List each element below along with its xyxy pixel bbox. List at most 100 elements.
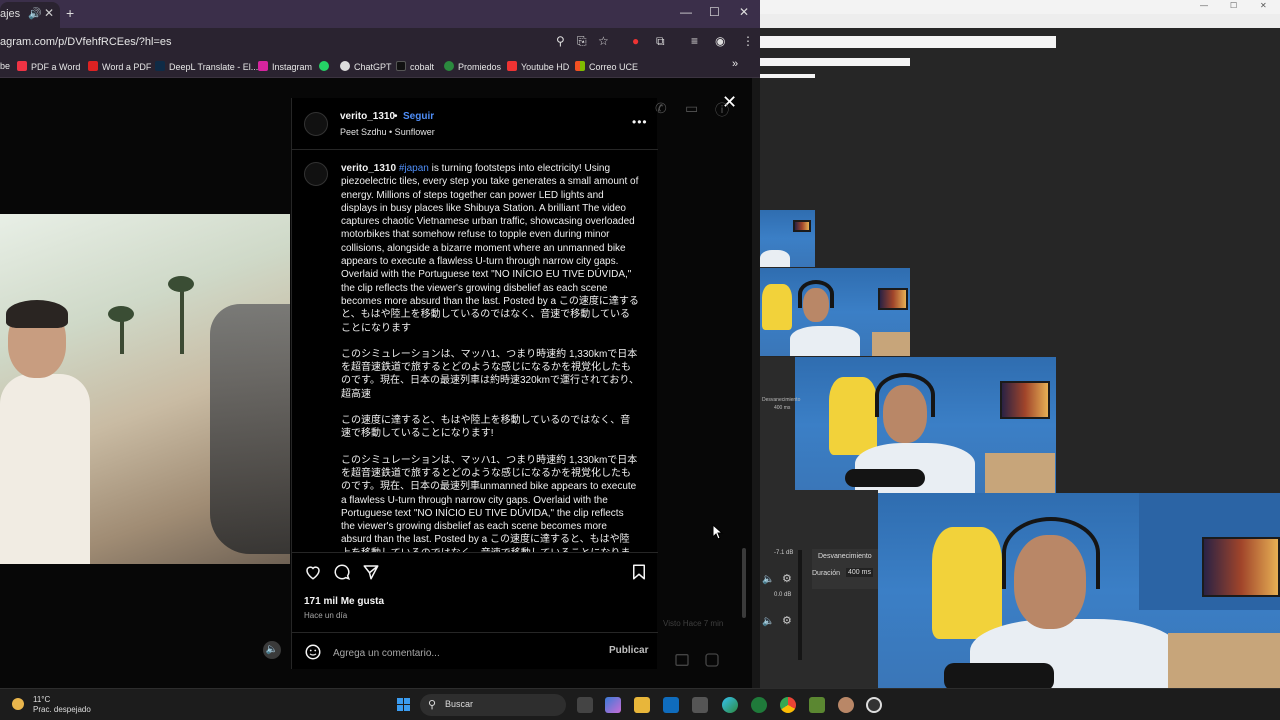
background-window-toolbar <box>760 14 1280 28</box>
bookmark-icon <box>155 61 165 71</box>
bookmark-item[interactable]: Correo UCE <box>575 61 638 72</box>
zoom-icon[interactable]: ⚲ <box>556 34 565 48</box>
bg-maximize-icon[interactable]: ☐ <box>1230 1 1237 10</box>
browser-window: ajes 🔊 ✕ + — ☐ ✕ agram.com/p/DVfehfRCEes… <box>0 0 760 688</box>
video-call-icon: ▭ <box>685 100 699 116</box>
more-options-icon[interactable]: ••• <box>632 115 648 129</box>
whatsapp-icon <box>319 61 329 71</box>
taskbar-search[interactable]: ⚲ Buscar <box>420 694 566 716</box>
page-scrollbar[interactable] <box>752 78 760 688</box>
microsoft-icon <box>575 61 585 71</box>
mixer-volume-icon[interactable]: 🔈 <box>762 616 774 627</box>
bg-minimize-icon[interactable]: — <box>1200 1 1208 10</box>
bg-close-icon[interactable]: ✕ <box>1260 1 1267 10</box>
weather-sun-icon <box>12 698 24 710</box>
db-readout: 0.0 dB <box>774 592 792 598</box>
mixer-gear-icon[interactable]: ⚙ <box>782 572 792 585</box>
tab-instagram[interactable]: ajes 🔊 ✕ <box>0 2 60 28</box>
bookmark-item[interactable]: be <box>0 61 10 71</box>
background-window-titlebar: — ☐ ✕ <box>760 0 1280 14</box>
caption-avatar[interactable] <box>304 162 328 186</box>
task-view-icon[interactable] <box>577 697 593 713</box>
outlook-icon[interactable] <box>663 697 679 713</box>
caption-paragraph: このシミュレーションは、マッハ1、つまり時速約 1,330kmで日本を超音速鉄道… <box>341 454 638 552</box>
more-bookmarks-icon[interactable]: » <box>732 58 738 70</box>
palm-leaves <box>168 276 194 292</box>
post-header: verito_1310 • Seguir Peet Szdhu • Sunflo… <box>292 98 658 150</box>
avatar[interactable] <box>304 112 328 136</box>
temperature: 11°C <box>33 695 51 704</box>
bookmark-item[interactable] <box>319 61 333 72</box>
maximize-button[interactable]: ☐ <box>709 5 720 19</box>
audio-track[interactable]: Peet Szdhu • Sunflower <box>340 127 435 137</box>
image-icon <box>675 654 689 666</box>
separator-dot: • <box>394 111 398 122</box>
obs-icon[interactable] <box>866 697 882 713</box>
follow-button[interactable]: Seguir <box>403 111 434 122</box>
bookmark-item[interactable]: Word a PDF <box>88 61 151 72</box>
emoji-icon[interactable] <box>304 643 322 661</box>
minimize-button[interactable]: — <box>680 5 692 19</box>
bookmark-item[interactable]: cobalt <box>396 61 434 72</box>
publish-button[interactable]: Publicar <box>609 645 648 656</box>
file-explorer-icon[interactable] <box>634 697 650 713</box>
extension-red-icon[interactable]: ● <box>632 34 639 48</box>
hashtag-link[interactable]: #japan <box>399 163 429 174</box>
duration-input[interactable]: 400 ms <box>846 568 873 577</box>
seen-label: Visto Hace 7 min <box>663 619 724 628</box>
upwork-icon[interactable] <box>751 697 767 713</box>
chrome-icon[interactable] <box>780 697 796 713</box>
bookmark-icon <box>17 61 27 71</box>
transition-select[interactable]: Desvanecimiento <box>818 553 872 560</box>
volume-icon[interactable]: 🔈 <box>263 641 281 659</box>
comment-icon[interactable] <box>333 563 351 581</box>
share-send-icon[interactable] <box>362 563 380 581</box>
bookmark-item[interactable]: PDF a Word <box>17 61 80 72</box>
reading-list-icon[interactable]: ≡ <box>691 34 698 48</box>
search-icon: ⚲ <box>428 699 437 711</box>
speaker-icon[interactable]: 🔊 <box>28 7 42 20</box>
extensions-icon[interactable]: ⧉ <box>656 34 665 49</box>
edge-icon[interactable] <box>722 697 738 713</box>
bookmark-item[interactable]: Youtube HD <box>507 61 569 72</box>
copilot-icon[interactable] <box>605 697 621 713</box>
bookmark-icon <box>88 61 98 71</box>
minecraft-icon[interactable] <box>809 697 825 713</box>
mixer-volume-icon[interactable]: 🔈 <box>762 574 774 585</box>
caption-scroll-thumb[interactable] <box>742 548 746 618</box>
windows-start-icon[interactable] <box>397 698 411 712</box>
bookmarks-bar: be PDF a Word Word a PDF DeepL Translate… <box>0 56 760 78</box>
post-username[interactable]: verito_1310 <box>340 111 395 122</box>
bookmark-item[interactable]: Instagram <box>258 61 312 72</box>
likes-count[interactable]: 171 mil Me gusta <box>304 596 384 607</box>
url-field[interactable]: agram.com/p/DVfehfRCEes/?hl=es <box>0 36 172 48</box>
install-icon[interactable]: ⎘ <box>577 34 587 49</box>
store-icon[interactable] <box>692 697 708 713</box>
profile-avatar-icon[interactable]: ◉ <box>715 34 725 48</box>
desktop-background: — ☐ ✕ Desvanecimiento 400 ms -7.1 dB 🔈 ⚙… <box>760 0 1280 688</box>
new-tab-button[interactable]: + <box>66 5 74 21</box>
comment-bar: Publicar <box>292 632 658 669</box>
close-tab-icon[interactable]: ✕ <box>44 6 54 20</box>
caption-username[interactable]: verito_1310 <box>341 163 396 174</box>
save-bookmark-icon[interactable] <box>630 563 648 581</box>
bookmark-item[interactable]: DeepL Translate - El... <box>155 61 258 72</box>
mixer-gear-icon[interactable]: ⚙ <box>782 614 792 627</box>
close-window-button[interactable]: ✕ <box>739 5 749 19</box>
star-icon[interactable]: ☆ <box>598 34 609 48</box>
bookmark-item[interactable]: Promiedos <box>444 61 501 72</box>
menu-icon[interactable]: ⋮ <box>742 34 754 48</box>
post-caption: verito_1310 #japan is turning footsteps … <box>341 162 639 552</box>
webcam-preview <box>760 268 910 356</box>
tab-strip: ajes 🔊 ✕ + — ☐ ✕ <box>0 0 760 28</box>
obs-label: Desvanecimiento <box>762 397 801 403</box>
comment-input[interactable] <box>333 645 583 661</box>
tab-title: ajes <box>0 8 21 20</box>
bookmark-item[interactable]: ChatGPT <box>340 61 392 72</box>
person-hair <box>6 300 68 328</box>
reel-video[interactable] <box>0 214 290 564</box>
profile-app-icon[interactable] <box>838 697 854 713</box>
like-heart-icon[interactable] <box>304 563 322 581</box>
motorbike <box>210 304 290 554</box>
palm-leaves <box>108 306 134 322</box>
